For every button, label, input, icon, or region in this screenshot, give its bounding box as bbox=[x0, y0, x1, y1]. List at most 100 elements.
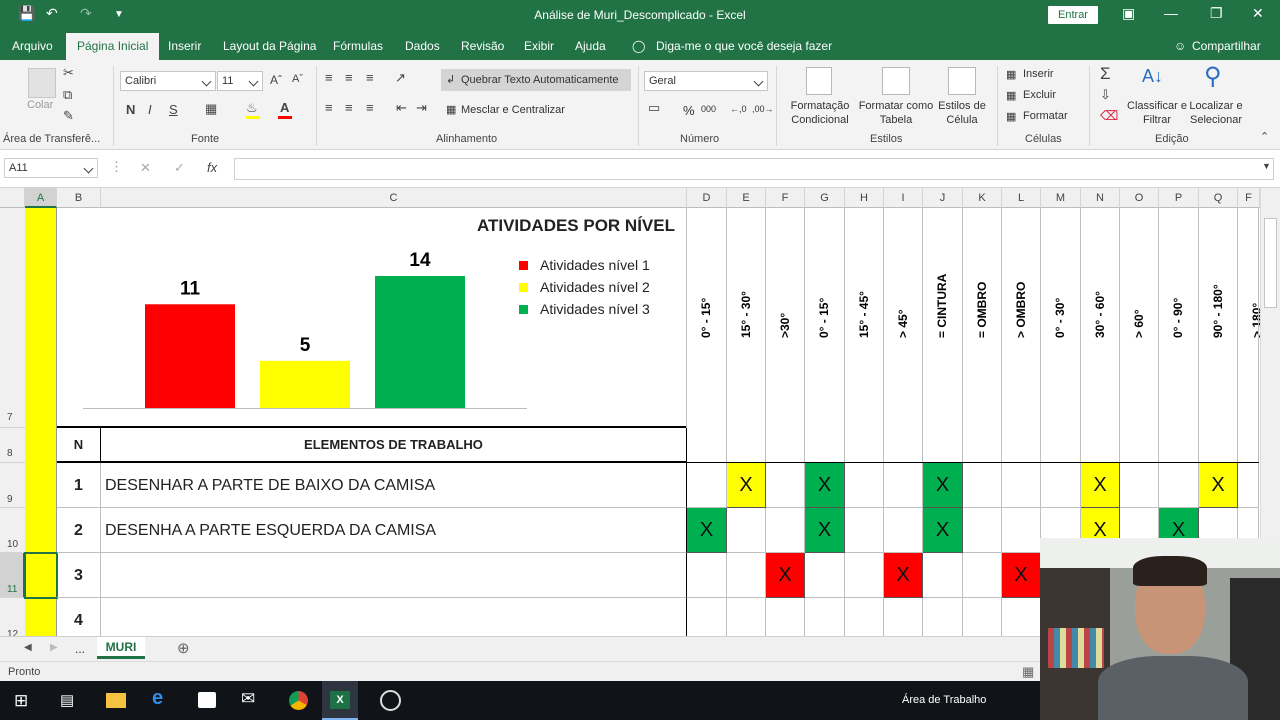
more-sheets-button[interactable]: ... bbox=[75, 642, 85, 656]
increase-indent-icon[interactable]: ⇥ bbox=[416, 100, 427, 116]
tell-me-search[interactable]: Diga-me o que você deseja fazer bbox=[656, 39, 832, 53]
col-header-r[interactable]: F bbox=[1238, 188, 1260, 208]
x-mark-cell[interactable]: X bbox=[805, 508, 845, 553]
row-n-1[interactable]: 1 bbox=[57, 463, 101, 508]
enter-icon[interactable]: ✓ bbox=[174, 160, 185, 176]
col-header-l[interactable]: L bbox=[1002, 188, 1041, 208]
align-bottom-icon[interactable]: ≡ bbox=[366, 70, 374, 85]
tab-exibir[interactable]: Exibir bbox=[524, 39, 554, 53]
sort-filter-button[interactable]: Classificar e Filtrar bbox=[1126, 99, 1188, 127]
x-mark-cell[interactable]: X bbox=[1002, 553, 1041, 598]
tab-inserir[interactable]: Inserir bbox=[168, 39, 201, 53]
fill-icon[interactable]: ⇩ bbox=[1100, 87, 1111, 103]
col-header-h[interactable]: H bbox=[845, 188, 884, 208]
x-mark-cell[interactable]: X bbox=[884, 553, 923, 598]
row-text-1[interactable]: DESENHAR A PARTE DE BAIXO DA CAMISA bbox=[101, 463, 687, 508]
shrink-font-icon[interactable]: Aˇ bbox=[292, 73, 303, 85]
tab-dados[interactable]: Dados bbox=[405, 39, 440, 53]
cell-styles-button[interactable]: Estilos de Célula bbox=[935, 99, 989, 127]
col-header-m[interactable]: M bbox=[1041, 188, 1081, 208]
row-header-7[interactable]: 7 bbox=[0, 208, 25, 428]
add-sheet-icon[interactable]: ⊕ bbox=[177, 639, 190, 657]
row-n-4[interactable]: 4 bbox=[57, 598, 101, 636]
col-header-b[interactable]: B bbox=[57, 188, 101, 208]
paste-button[interactable]: Colar bbox=[27, 99, 53, 111]
orientation-icon[interactable]: ↗ bbox=[395, 70, 406, 86]
fill-color-icon[interactable]: ♨ bbox=[246, 100, 258, 116]
row-text-3[interactable] bbox=[101, 553, 687, 598]
row-text-2[interactable]: DESENHA A PARTE ESQUERDA DA CAMISA bbox=[101, 508, 687, 553]
row-n-2[interactable]: 2 bbox=[57, 508, 101, 553]
scrollbar-thumb[interactable] bbox=[1264, 218, 1277, 308]
formula-input[interactable] bbox=[234, 158, 1274, 180]
tab-layout[interactable]: Layout da Página bbox=[223, 39, 316, 53]
col-header-f[interactable]: F bbox=[766, 188, 805, 208]
format-as-table-button[interactable]: Formatar como Tabela bbox=[856, 99, 936, 127]
col-header-n[interactable]: N bbox=[1081, 188, 1120, 208]
delete-cells-button[interactable]: Excluir bbox=[1023, 89, 1056, 101]
font-color-icon[interactable]: A bbox=[280, 100, 289, 115]
excel-taskbar-button[interactable]: X bbox=[322, 681, 358, 720]
bold-button[interactable]: N bbox=[126, 102, 135, 117]
merge-center-button[interactable]: Mesclar e Centralizar bbox=[461, 104, 565, 116]
clear-icon[interactable]: ⌫ bbox=[1100, 108, 1118, 124]
number-format-select[interactable]: Geral bbox=[644, 71, 768, 91]
obs-icon[interactable] bbox=[380, 690, 401, 711]
col-header-c[interactable]: C bbox=[101, 188, 687, 208]
grow-font-icon[interactable]: Aˆ bbox=[270, 73, 282, 87]
x-mark-cell[interactable]: X bbox=[1081, 463, 1120, 508]
align-right-icon[interactable]: ≡ bbox=[366, 100, 374, 115]
copy-icon[interactable]: ⧉ bbox=[63, 87, 72, 103]
next-sheet-icon[interactable]: ▶ bbox=[50, 642, 58, 653]
close-icon[interactable]: ✕ bbox=[1252, 5, 1264, 22]
desktop-label[interactable]: Área de Trabalho bbox=[902, 694, 986, 706]
x-mark-cell[interactable]: X bbox=[805, 463, 845, 508]
chart-area[interactable]: ATIVIDADES POR NÍVEL 11 5 14 Atividades ní… bbox=[57, 208, 687, 428]
increase-decimal-icon[interactable]: ←,0 bbox=[730, 104, 747, 114]
col-header-p[interactable]: P bbox=[1159, 188, 1199, 208]
align-center-icon[interactable]: ≡ bbox=[345, 100, 353, 115]
tab-pagina-inicial[interactable]: Página Inicial bbox=[66, 33, 160, 60]
find-select-button[interactable]: Localizar e Selecionar bbox=[1184, 99, 1248, 127]
chrome-icon[interactable] bbox=[289, 691, 308, 710]
edge-icon[interactable]: e bbox=[152, 687, 163, 710]
x-mark-cell[interactable]: X bbox=[923, 508, 963, 553]
row-header-11[interactable]: 11 bbox=[0, 553, 25, 598]
underline-button[interactable]: S bbox=[169, 102, 178, 117]
cut-icon[interactable]: ✂ bbox=[63, 65, 74, 81]
col-header-d[interactable]: D bbox=[687, 188, 727, 208]
col-header-g[interactable]: G bbox=[805, 188, 845, 208]
cancel-icon[interactable]: ✕ bbox=[140, 160, 151, 176]
col-header-j[interactable]: J bbox=[923, 188, 963, 208]
format-painter-icon[interactable]: ✎ bbox=[63, 108, 74, 124]
align-top-icon[interactable]: ≡ bbox=[325, 70, 333, 85]
percent-button[interactable]: % bbox=[683, 103, 695, 118]
tab-arquivo[interactable]: Arquivo bbox=[12, 39, 53, 53]
ribbon-display-icon[interactable]: ▣ bbox=[1122, 5, 1135, 22]
mail-icon[interactable]: ✉ bbox=[241, 689, 255, 709]
x-mark-cell[interactable]: X bbox=[923, 463, 963, 508]
decrease-indent-icon[interactable]: ⇤ bbox=[396, 100, 407, 116]
autosum-icon[interactable]: Σ bbox=[1100, 64, 1111, 84]
col-header-e[interactable]: E bbox=[727, 188, 766, 208]
align-left-icon[interactable]: ≡ bbox=[325, 100, 333, 115]
align-middle-icon[interactable]: ≡ bbox=[345, 70, 353, 85]
italic-button[interactable]: I bbox=[148, 102, 152, 117]
font-size-select[interactable]: 11 bbox=[217, 71, 263, 91]
col-header-k[interactable]: K bbox=[963, 188, 1002, 208]
maximize-icon[interactable]: ❐ bbox=[1210, 5, 1223, 22]
active-cell-a11[interactable] bbox=[24, 552, 58, 599]
tab-ajuda[interactable]: Ajuda bbox=[575, 39, 606, 53]
task-view-icon[interactable]: ▤ bbox=[60, 691, 74, 709]
file-explorer-icon[interactable] bbox=[106, 693, 126, 708]
col-header-a[interactable]: A bbox=[25, 188, 57, 208]
font-name-select[interactable]: Calibri bbox=[120, 71, 216, 91]
share-icon[interactable]: ☺ bbox=[1174, 39, 1186, 53]
prev-sheet-icon[interactable]: ◀ bbox=[24, 642, 32, 653]
col-header-o[interactable]: O bbox=[1120, 188, 1159, 208]
row-header-10[interactable]: 10 bbox=[0, 508, 25, 553]
sheet-tab-muri[interactable]: MURI bbox=[97, 637, 145, 659]
row-text-4[interactable] bbox=[101, 598, 687, 636]
x-mark-cell[interactable]: X bbox=[687, 508, 727, 553]
store-icon[interactable] bbox=[198, 692, 216, 708]
